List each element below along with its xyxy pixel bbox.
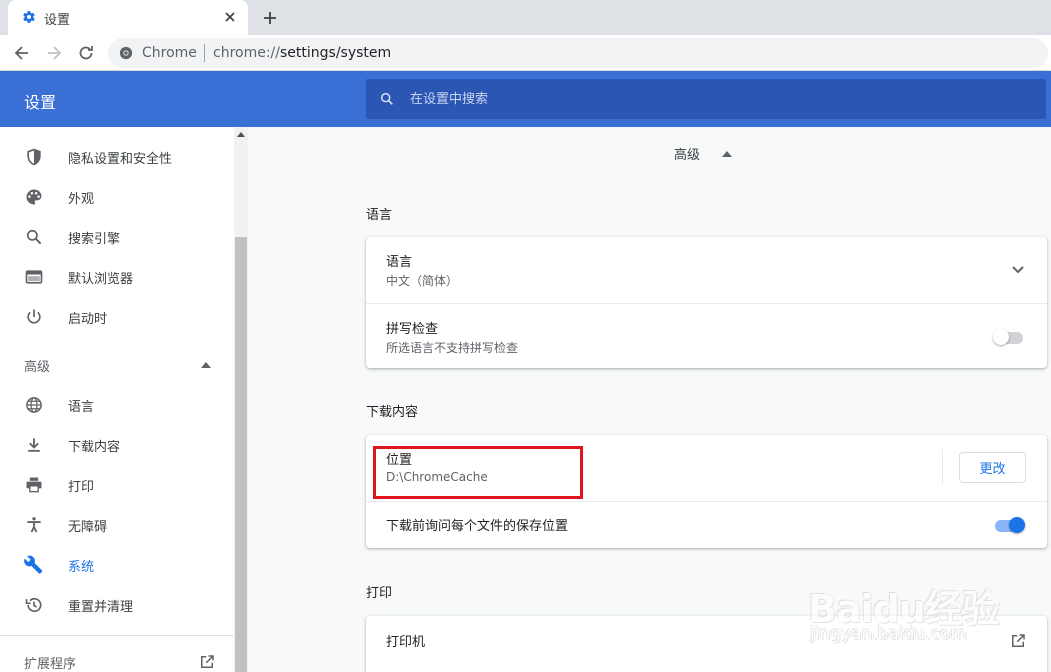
browser-toolbar: Chrome chrome://settings/system [0, 35, 1051, 71]
address-separator [204, 44, 205, 62]
sidebar-item-label: 语言 [68, 400, 95, 415]
section-title-printing: 打印 [366, 586, 393, 601]
ask-location-row: 下载前询问每个文件的保存位置 [366, 501, 1047, 548]
settings-search-input[interactable] [410, 79, 1030, 119]
gear-icon [23, 11, 35, 23]
shield-icon [27, 148, 41, 166]
sidebar-item-search-engine[interactable]: 搜索引擎 [0, 217, 234, 257]
row-title: 下载前询问每个文件的保存位置 [386, 519, 569, 534]
row-title: 位置 [386, 453, 413, 468]
wrench-icon [24, 555, 43, 574]
sidebar-item-languages[interactable]: 语言 [0, 385, 234, 425]
section-title-languages: 语言 [366, 208, 393, 223]
page-title: 设置 [24, 93, 57, 112]
row-divider [942, 449, 943, 485]
section-title-downloads: 下载内容 [366, 405, 419, 420]
sidebar-item-label: 重置并清理 [68, 600, 134, 615]
forward-arrow-icon[interactable] [44, 43, 64, 63]
download-location-row: 位置 D:\ChromeCache 更改 [366, 435, 1047, 501]
sidebar-divider [0, 635, 234, 636]
sidebar-item-printing[interactable]: 打印 [0, 465, 234, 505]
row-subtitle: 所选语言不支持拼写检查 [386, 341, 519, 355]
change-location-button[interactable]: 更改 [959, 452, 1026, 483]
sidebar-item-on-startup[interactable]: 启动时 [0, 297, 234, 337]
languages-card: 语言 中文（简体） 拼写检查 所选语言不支持拼写检查 [366, 237, 1047, 368]
reload-icon[interactable] [76, 43, 96, 63]
watermark-url: jingyan.baidu.com [810, 624, 967, 644]
advanced-toggle-label[interactable]: 高级 [674, 144, 700, 163]
sidebar-item-accessibility[interactable]: 无障碍 [0, 505, 234, 545]
row-title: 语言 [386, 255, 413, 270]
tab-title: 设置 [44, 13, 71, 28]
sidebar-item-label: 启动时 [68, 312, 108, 327]
chevron-down-icon[interactable] [1011, 265, 1025, 275]
settings-sidebar: 隐私设置和安全性 外观 搜索引擎 默认浏览器 启动时 高级 语言 下载内容 打印… [0, 127, 234, 672]
chrome-logo-icon [119, 46, 133, 60]
sidebar-item-privacy[interactable]: 隐私设置和安全性 [0, 137, 234, 177]
site-label: Chrome [142, 45, 197, 61]
search-icon [380, 92, 393, 105]
sidebar-item-label: 扩展程序 [24, 657, 77, 672]
baidu-watermark: Baidu经验 jingyan.baidu.com [806, 560, 1006, 660]
sidebar-item-label: 隐私设置和安全性 [68, 152, 173, 167]
sidebar-item-system[interactable]: 系统 [0, 545, 234, 585]
sidebar-item-default-browser[interactable]: 默认浏览器 [0, 257, 234, 297]
settings-header: 设置 [0, 71, 1051, 127]
url-path: settings/system [280, 45, 392, 61]
sidebar-item-downloads[interactable]: 下载内容 [0, 425, 234, 465]
language-row[interactable]: 语言 中文（简体） [366, 237, 1047, 303]
row-title: 拼写检查 [386, 322, 439, 337]
sidebar-item-label: 搜索引擎 [68, 232, 121, 247]
caret-up-icon[interactable] [722, 150, 732, 158]
scroll-up-arrow-icon[interactable] [237, 131, 245, 139]
sidebar-item-label: 下载内容 [68, 440, 121, 455]
browser-window-icon [25, 270, 43, 284]
scrollbar-thumb[interactable] [235, 237, 247, 672]
sidebar-item-label: 打印 [68, 480, 95, 495]
download-icon [28, 438, 40, 452]
downloads-card: 位置 D:\ChromeCache 更改 下载前询问每个文件的保存位置 [366, 435, 1047, 548]
open-in-new-icon[interactable] [1009, 632, 1027, 650]
row-title: 打印机 [386, 635, 426, 650]
tab-strip: 设置 [0, 0, 1051, 35]
history-icon [25, 597, 42, 613]
caret-up-icon [201, 362, 211, 368]
address-url: chrome://settings/system [213, 45, 391, 61]
sidebar-scrollbar[interactable] [234, 127, 248, 672]
close-icon[interactable] [222, 9, 238, 25]
search-icon [26, 229, 42, 245]
power-icon [27, 309, 41, 324]
ask-location-toggle[interactable] [993, 517, 1025, 533]
palette-icon [26, 189, 42, 205]
sidebar-item-reset[interactable]: 重置并清理 [0, 585, 234, 625]
sidebar-item-label: 系统 [68, 560, 95, 575]
browser-tab-settings[interactable]: 设置 [8, 0, 248, 35]
sidebar-item-label: 无障碍 [68, 520, 108, 535]
toggle-knob [1009, 517, 1025, 533]
sidebar-section-advanced[interactable]: 高级 [0, 345, 234, 385]
open-in-new-icon[interactable] [198, 653, 216, 671]
back-arrow-icon[interactable] [12, 43, 32, 63]
row-subtitle: 中文（简体） [386, 274, 459, 288]
sidebar-item-label: 外观 [68, 192, 95, 207]
sidebar-section-label: 高级 [24, 360, 51, 375]
printer-icon [26, 477, 42, 493]
globe-icon [26, 397, 42, 413]
spellcheck-toggle[interactable] [993, 329, 1025, 345]
spellcheck-row: 拼写检查 所选语言不支持拼写检查 [366, 303, 1047, 368]
url-scheme: chrome:// [213, 45, 280, 61]
accessibility-icon [27, 517, 41, 533]
settings-search-box[interactable] [366, 79, 1046, 119]
sidebar-item-appearance[interactable]: 外观 [0, 177, 234, 217]
plus-icon[interactable] [260, 8, 280, 28]
sidebar-item-label: 默认浏览器 [68, 272, 134, 287]
download-location-path: D:\ChromeCache [386, 470, 488, 484]
address-bar[interactable]: Chrome chrome://settings/system [108, 38, 1048, 68]
toggle-knob [993, 329, 1009, 345]
